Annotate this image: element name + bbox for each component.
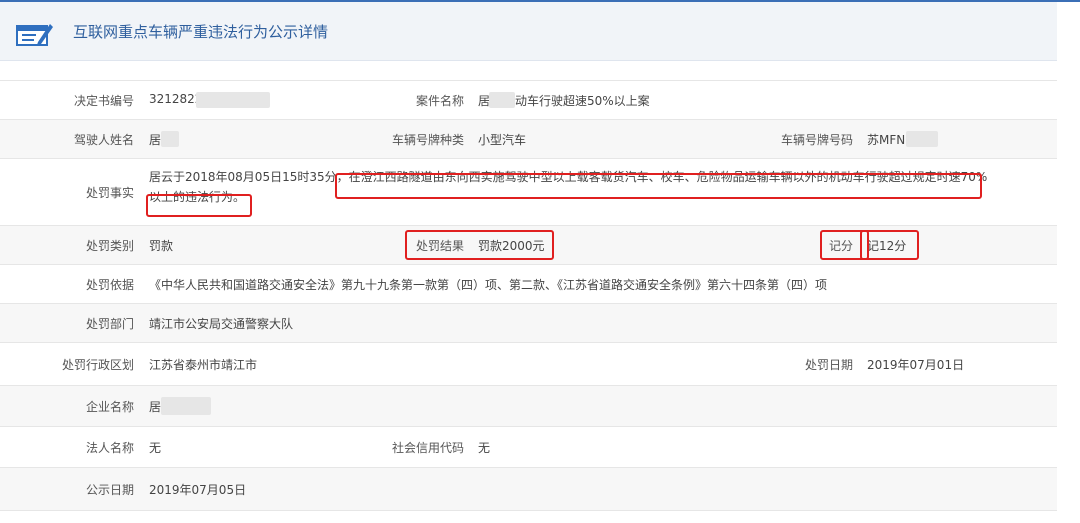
region-value: 江苏省泰州市靖江市 — [149, 358, 258, 372]
plate-no-label: 车辆号牌号码 — [780, 133, 853, 147]
dept-value: 靖江市公安局交通警察大队 — [149, 317, 294, 331]
credit-value: 无 — [478, 441, 491, 455]
table-row: 处罚类别 罚款 处罚结果 罚款2000元 记分 记12分 — [0, 226, 1057, 265]
table-row: 处罚依据 《中华人民共和国道路交通安全法》第九十九条第一款第（四）项、第二款、《… — [0, 265, 1057, 304]
legal-value: 无 — [149, 441, 162, 455]
company-label: 企业名称 — [85, 400, 134, 414]
decision-no-value: 3212822 — [149, 92, 203, 106]
table-row: 处罚事实 居云于2018年08月05日15时35分，在澄江西路隧道由东向西实施驾… — [0, 159, 1057, 226]
page-header: 互联网重点车辆严重违法行为公示详情 — [0, 2, 1057, 61]
highlight-box — [860, 230, 919, 260]
basis-label: 处罚依据 — [85, 278, 134, 292]
case-name-label: 案件名称 — [415, 94, 464, 108]
dept-label: 处罚部门 — [85, 317, 134, 331]
company-value: 居 — [149, 400, 162, 414]
category-value: 罚款 — [149, 239, 174, 253]
date-label: 处罚日期 — [804, 358, 853, 372]
highlight-box — [146, 194, 252, 217]
plate-type-label: 车辆号牌种类 — [391, 133, 464, 147]
highlight-box — [335, 173, 982, 199]
edit-document-icon — [16, 24, 53, 46]
basis-value: 《中华人民共和国道路交通安全法》第九十九条第一款第（四）项、第二款、《江苏省道路… — [149, 278, 828, 292]
case-name-value-b: 动车行驶超速50%以上案 — [515, 94, 650, 108]
fact-label: 处罚事实 — [85, 186, 134, 200]
fact-line1-a: 居云于2018年08月05日15时35分， — [149, 170, 349, 184]
region-label: 处罚行政区划 — [61, 358, 134, 372]
driver-label: 驾驶人姓名 — [73, 133, 134, 147]
category-label: 处罚类别 — [85, 239, 134, 253]
highlight-box — [405, 230, 554, 260]
redacted-block — [906, 131, 938, 147]
legal-label: 法人名称 — [85, 441, 134, 455]
plate-type-value: 小型汽车 — [478, 133, 527, 147]
publish-value: 2019年07月05日 — [149, 483, 247, 497]
table-row: 驾驶人姓名 居 车辆号牌种类 小型汽车 车辆号牌号码 苏MFN — [0, 120, 1057, 159]
publish-label: 公示日期 — [85, 483, 134, 497]
credit-label: 社会信用代码 — [391, 441, 464, 455]
redacted-block — [489, 92, 515, 108]
page-title: 互联网重点车辆严重违法行为公示详情 — [73, 23, 329, 41]
redacted-block — [196, 92, 270, 108]
table-row: 企业名称 居 — [0, 386, 1057, 427]
redacted-block — [161, 397, 211, 415]
decision-no-label: 决定书编号 — [73, 94, 134, 108]
date-value: 2019年07月01日 — [867, 358, 965, 372]
table-row: 决定书编号 3212822 案件名称 居 动车行驶超速50%以上案 — [0, 81, 1057, 120]
redacted-block — [161, 131, 179, 147]
driver-value: 居 — [149, 133, 162, 147]
table-row: 公示日期 2019年07月05日 — [0, 468, 1057, 511]
table-row: 处罚行政区划 江苏省泰州市靖江市 处罚日期 2019年07月01日 — [0, 343, 1057, 386]
table-row: 法人名称 无 社会信用代码 无 — [0, 427, 1057, 468]
table-row: 处罚部门 靖江市公安局交通警察大队 — [0, 304, 1057, 343]
plate-no-value: 苏MFN — [867, 133, 906, 147]
